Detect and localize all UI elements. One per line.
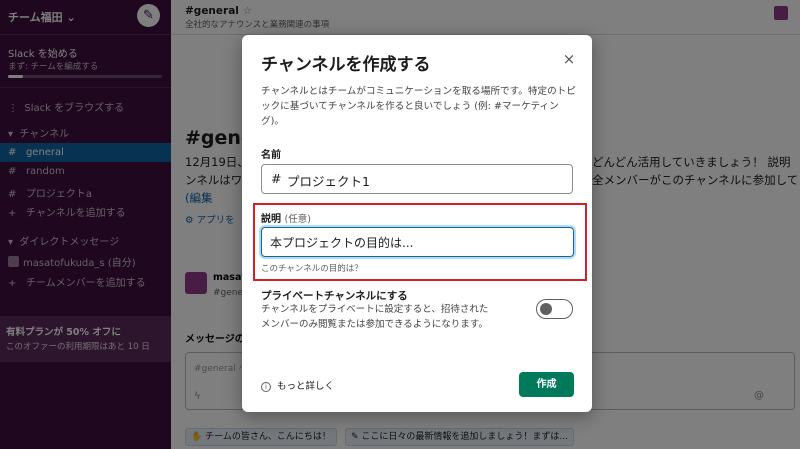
private-channel-toggle[interactable] xyxy=(536,299,573,319)
description-hint: このチャンネルの目的は？ xyxy=(261,264,363,274)
channel-name-input[interactable]: # プロジェクト1 xyxy=(261,164,573,194)
description-input[interactable]: 本プロジェクトの目的は... xyxy=(261,227,574,257)
create-button[interactable]: 作成 xyxy=(519,372,574,397)
info-icon: i xyxy=(261,382,271,392)
create-channel-modal: チャンネルを作成する × チャンネルとはチームがコミュニケーションを取る場所です… xyxy=(242,35,592,412)
name-label: 名前 xyxy=(261,150,281,161)
toggle-knob xyxy=(540,303,552,315)
close-icon[interactable]: × xyxy=(559,49,579,69)
description-label: 説明 (任意) xyxy=(261,214,311,225)
hash-icon: # xyxy=(271,171,282,186)
channel-name-value: プロジェクト1 xyxy=(287,174,370,189)
modal-intro: チャンネルとはチームがコミュニケーションを取る場所です。特定のトピックに基づいて… xyxy=(261,86,576,127)
private-channel-description: チャンネルをプライベートに設定すると、招待されたメンバーのみ閲覧または参加できる… xyxy=(261,304,489,330)
modal-title: チャンネルを作成する xyxy=(261,55,431,75)
learn-more-link[interactable]: i もっと詳しく xyxy=(261,378,334,392)
private-channel-title: プライベートチャンネルにする xyxy=(261,290,408,302)
optional-label: (任意) xyxy=(284,214,311,225)
description-value: 本プロジェクトの目的は... xyxy=(270,236,414,250)
